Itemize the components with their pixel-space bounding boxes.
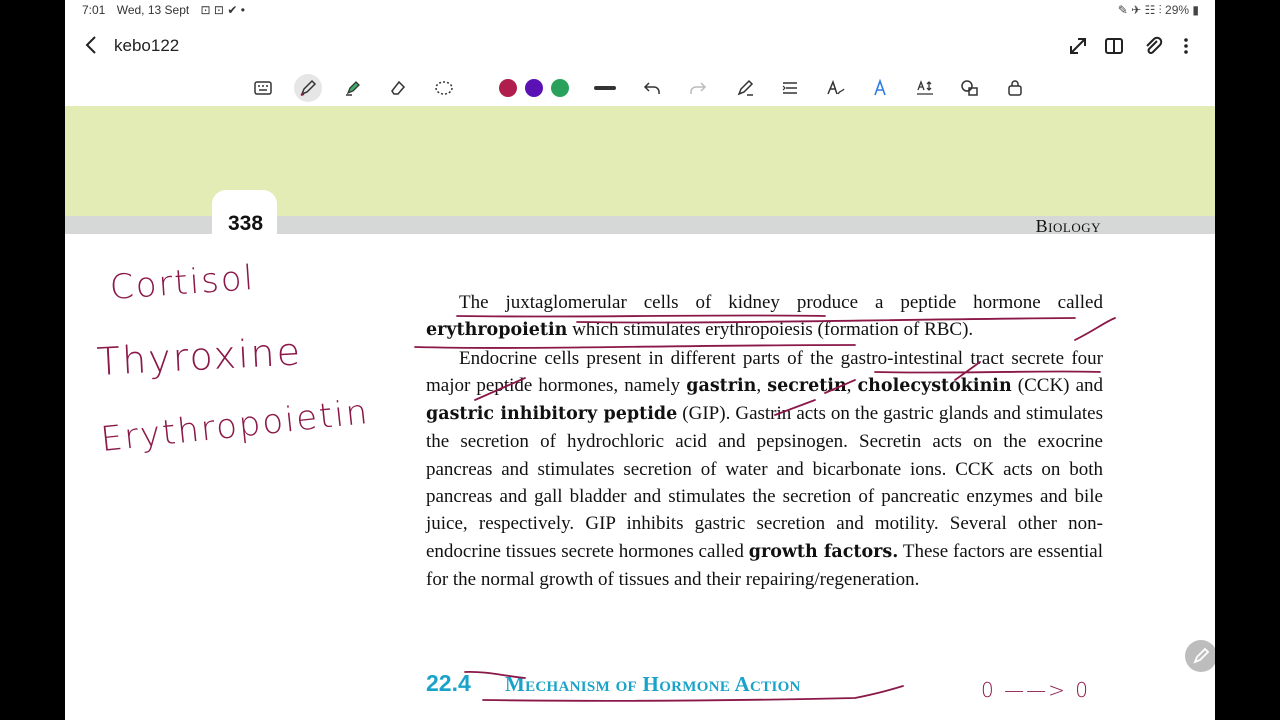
handwriting-text-icon[interactable] xyxy=(823,76,847,100)
expand-icon[interactable] xyxy=(1067,35,1089,57)
book-view-icon[interactable] xyxy=(1103,35,1125,57)
app-screen: 7:01 Wed, 13 Sept ⊡ ⊡ ✔ • ✎ ✈ ☷ ⫶ 29% ▮ … xyxy=(65,0,1215,720)
paragraph-gi-hormones: Endocrine cells present in different par… xyxy=(426,347,1104,590)
text-style-icon[interactable] xyxy=(868,76,892,100)
status-date: Wed, 13 Sept xyxy=(116,3,190,17)
battery-icon: ▮ xyxy=(1192,3,1199,17)
term-secretin: secretin xyxy=(767,375,847,396)
undo-icon[interactable] xyxy=(640,76,664,100)
section-title: Mechanism of Hormone Action xyxy=(505,672,801,696)
eraser-icon[interactable] xyxy=(386,76,410,100)
highlighter-icon[interactable] xyxy=(341,76,365,100)
text-spacing-icon[interactable] xyxy=(913,76,937,100)
back-icon[interactable] xyxy=(81,34,103,56)
body-text: The juxtaglomerular cells of kidney prod… xyxy=(426,289,1103,593)
color-swatch-purple[interactable] xyxy=(525,79,543,97)
page-number: 338 xyxy=(228,212,264,235)
term-gastrin: gastrin xyxy=(686,375,757,396)
color-swatch-red[interactable] xyxy=(499,79,517,97)
drawing-toolbar xyxy=(65,70,1215,106)
status-time: 7:01 xyxy=(82,3,106,17)
pen-settings-icon[interactable] xyxy=(733,76,757,100)
running-head: Biology xyxy=(1035,216,1101,236)
app-header: kebo122 xyxy=(65,24,1215,68)
stroke-width-icon[interactable] xyxy=(593,76,617,100)
term-erythropoietin: erythropoietin xyxy=(426,320,568,341)
attach-icon[interactable] xyxy=(1142,35,1164,57)
lasso-icon[interactable] xyxy=(432,76,456,100)
document-title: kebo122 xyxy=(114,36,180,55)
floating-pencil-button[interactable] xyxy=(1185,640,1215,672)
term-growth-factors: growth factors. xyxy=(748,541,899,562)
pen-icon[interactable] xyxy=(294,74,322,102)
more-icon[interactable] xyxy=(1175,35,1197,57)
paragraph-erythropoietin: The juxtaglomerular cells of kidney prod… xyxy=(426,292,1103,341)
text-align-icon[interactable] xyxy=(778,76,802,100)
term-gip: gastric inhibitory peptide xyxy=(426,404,678,425)
term-cholecystokinin: cholecystokinin xyxy=(857,375,1012,396)
redo-icon xyxy=(686,76,710,100)
status-bar: 7:01 Wed, 13 Sept ⊡ ⊡ ✔ • ✎ ✈ ☷ ⫶ 29% ▮ xyxy=(65,0,1215,22)
notification-icons: ⊡ ⊡ ✔ • xyxy=(200,3,245,17)
system-icons: ✎ ✈ ☷ ⫶ xyxy=(1117,3,1162,17)
shapes-icon[interactable] xyxy=(958,76,982,100)
ink-note-erythropoietin[interactable]: Erythropoietin xyxy=(99,392,371,460)
color-swatch-green[interactable] xyxy=(551,79,569,97)
lock-icon[interactable] xyxy=(1003,76,1027,100)
ink-note-thyroxine[interactable]: Thyroxine xyxy=(96,329,303,384)
ink-note-arrow[interactable]: 0 ——> 0 xyxy=(981,678,1090,702)
keyboard-icon[interactable] xyxy=(251,76,275,100)
section-number: 22.4 xyxy=(426,670,471,696)
pencil-icon xyxy=(1193,647,1210,664)
battery-level: 29% xyxy=(1165,3,1190,17)
ink-note-cortisol[interactable]: Cortisol xyxy=(109,258,257,308)
